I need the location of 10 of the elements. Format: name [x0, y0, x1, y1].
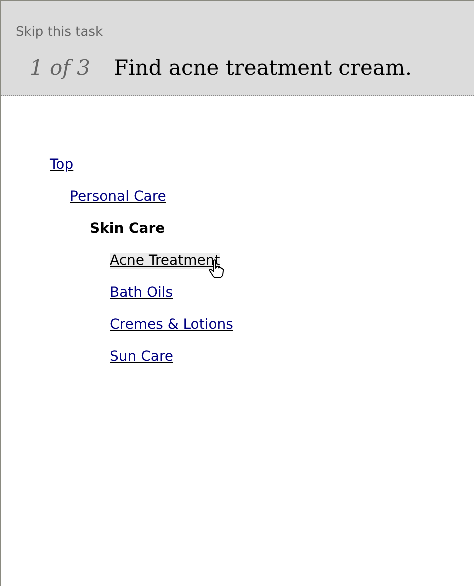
category-link[interactable]: Personal Care: [70, 189, 166, 205]
task-counter: 1 of 3: [30, 56, 92, 80]
category-link[interactable]: Acne Treatment: [110, 253, 220, 269]
category-link[interactable]: Cremes & Lotions: [110, 317, 234, 333]
category-link[interactable]: Sun Care: [110, 349, 174, 365]
current-category: Skin Care: [90, 220, 166, 239]
category-link[interactable]: Bath Oils: [110, 285, 174, 301]
task-text: Find acne treatment cream.: [114, 56, 412, 80]
skip-link[interactable]: Skip this task: [16, 25, 103, 40]
category-link[interactable]: Top: [50, 157, 74, 173]
